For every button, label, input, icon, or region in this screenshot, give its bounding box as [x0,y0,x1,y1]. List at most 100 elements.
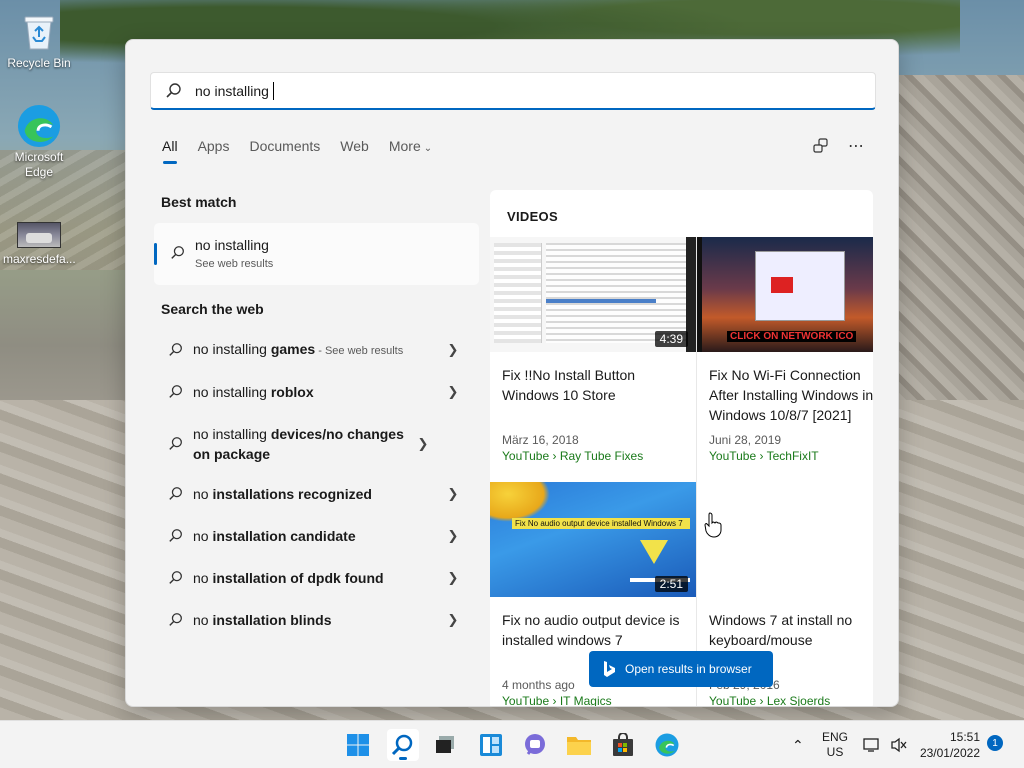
search-icon [169,613,182,626]
chevron-right-icon[interactable]: ❯ [443,486,463,502]
desktop-icon-label: maxresdefa... [3,252,76,266]
input-language-button[interactable]: ENG US [822,721,848,768]
tab-more-label: More [388,138,421,154]
widgets-icon [480,734,502,756]
wallpaper-stone-wall [880,75,1024,405]
taskbar: ⌃ ENG US 15:51 23/01/2022 [0,720,1024,768]
tab-web[interactable]: Web [340,138,369,164]
edge-taskbar-button[interactable] [651,729,683,761]
search-icon [169,529,182,542]
hand-cursor-icon [704,512,722,538]
search-query: no installing [195,82,269,99]
web-suggestion-row[interactable]: no installation blinds ❯ [154,600,479,640]
edge-icon [17,104,61,148]
network-button[interactable] [863,721,881,768]
desktop-icon-label: Recycle Bin [7,56,71,70]
show-hidden-icons-button[interactable]: ⌃ [792,721,804,768]
best-match-item[interactable]: no installing See web results [154,223,479,285]
video-thumbnail: 4:39 [490,237,696,352]
search-icon [166,82,181,98]
switch-account-button[interactable] [809,134,833,158]
video-date: 4 months ago [502,678,575,692]
search-the-web-heading: Search the web [161,301,264,317]
best-match-heading: Best match [161,194,237,210]
video-card[interactable]: CLICK ON NETWORK ICO 8: Fix No Wi-Fi Con… [697,237,873,477]
file-explorer-button[interactable] [563,729,595,761]
open-results-in-browser-button[interactable]: Open results in browser [589,651,773,687]
bing-icon [604,661,615,677]
teams-chat-button[interactable] [519,729,551,761]
lang-top: ENG [822,730,849,744]
account-switch-icon [813,138,828,153]
desktop-icon-recycle-bin[interactable]: Recycle Bin [3,10,75,71]
search-icon [169,487,182,500]
video-thumbnail: CLICK ON NETWORK ICO 8: [697,237,873,352]
suggestion-prefix: no installing [193,426,271,442]
video-thumbnail: 13 [697,482,873,597]
suggestion-prefix: no installing [193,341,271,357]
search-input[interactable]: no installing [150,72,876,110]
search-tabs: All Apps Documents Web More ⌄ [162,138,452,164]
store-icon [613,733,633,756]
more-options-button[interactable]: ⋯ [844,134,868,158]
chevron-right-icon[interactable]: ❯ [443,612,463,628]
video-title: Fix no audio output device is installed … [502,612,680,648]
clock-time: 15:51 [949,730,980,744]
chevron-right-icon[interactable]: ❯ [443,342,463,358]
web-suggestion-row[interactable]: no installations recognized ❯ [154,474,479,514]
suggestion-bold: installation of dpdk found [212,570,384,586]
tab-all[interactable]: All [162,138,178,164]
chevron-right-icon[interactable]: ❯ [443,384,463,400]
suggestion-bold: installations recognized [212,486,372,502]
desktop-icon-image-file[interactable]: maxresdefa... [3,220,76,267]
tab-more[interactable]: More ⌄ [389,138,432,164]
web-suggestion-row[interactable]: no installing devices/no changes on pack… [154,422,479,466]
windows-logo-icon [347,734,369,756]
taskbar-search-button[interactable] [387,729,419,761]
column-divider [696,237,697,706]
desktop-icon-label: Microsoft Edge [14,150,64,179]
suggestion-prefix: no installing [193,384,271,400]
clock-date: 23/01/2022 [919,746,980,760]
desktop-icon-edge[interactable]: Microsoft Edge [3,104,75,180]
edge-icon [655,733,679,757]
chevron-up-icon: ⌃ [792,736,804,753]
thumbnail-caption: Fix No audio output device installed Win… [512,518,690,529]
search-icon [169,571,182,584]
video-source: YouTube › IT Magics [502,694,612,707]
task-view-icon [436,736,454,753]
search-icon [391,734,413,756]
web-suggestion-row[interactable]: no installation candidate ❯ [154,516,479,556]
suggestion-bold: installation candidate [212,528,356,544]
video-duration: 2:51 [654,576,688,592]
best-match-subtitle: See web results [195,258,274,270]
video-source: YouTube › Lex Sjoerds [709,694,831,707]
chevron-right-icon[interactable]: ❯ [443,528,463,544]
clock-button[interactable]: 15:51 23/01/2022 [918,721,980,768]
video-card[interactable]: 4:39 Fix !!No Install Button Windows 10 … [490,237,696,477]
chevron-right-icon[interactable]: ❯ [443,570,463,586]
tab-apps[interactable]: Apps [198,138,230,164]
search-icon [169,385,182,398]
volume-muted-icon [891,737,907,753]
microsoft-store-button[interactable] [607,729,639,761]
web-suggestion-row[interactable]: no installing games - See web results ❯ [154,330,479,370]
open-results-label: Open results in browser [625,662,752,676]
web-suggestion-row[interactable]: no installation of dpdk found ❯ [154,558,479,598]
suggestion-bold: roblox [270,384,314,400]
recycle-bin-icon [17,10,61,54]
volume-button[interactable] [890,721,908,768]
widgets-button[interactable] [475,729,507,761]
start-button[interactable] [342,729,374,761]
folder-icon [567,737,591,755]
ellipsis-icon: ⋯ [848,138,864,155]
search-icon [169,343,182,356]
web-suggestion-row[interactable]: no installing roblox ❯ [154,372,479,412]
video-title: Fix No Wi-Fi Connection After Installing… [709,367,873,423]
notification-badge[interactable]: 1 [987,735,1003,751]
chevron-right-icon[interactable]: ❯ [413,436,433,452]
tab-documents[interactable]: Documents [249,138,320,164]
video-duration: 4:39 [654,331,688,347]
search-icon [171,246,184,259]
task-view-button[interactable] [429,729,461,761]
